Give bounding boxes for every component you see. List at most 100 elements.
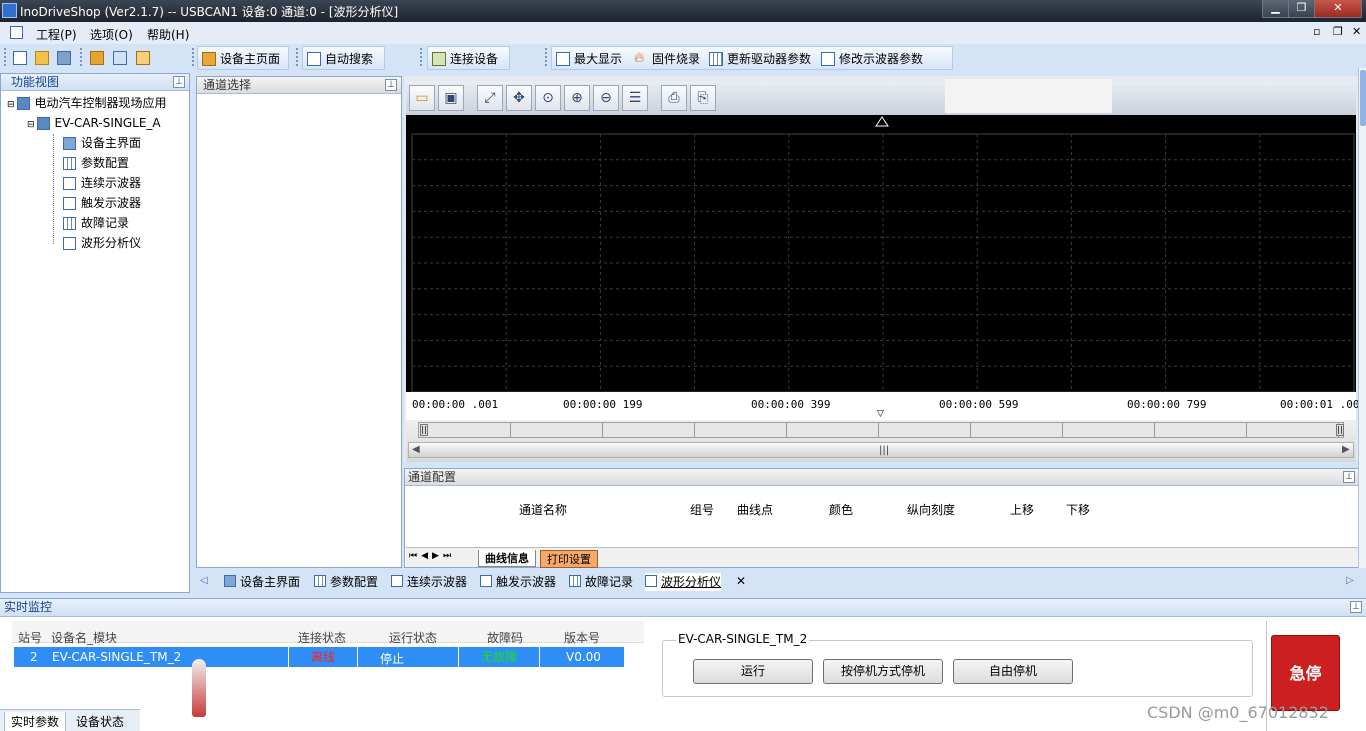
col-vertical-scale[interactable]: 纵向刻度 (907, 501, 955, 518)
toolbar-group-actions: 最大显示 🔥︎ 固件烧录 更新驱动器参数 修改示波器参数 (551, 46, 953, 70)
tab-device-main[interactable]: 设备主界面 (224, 573, 300, 591)
col-channel-name[interactable]: 通道名称 (519, 501, 567, 518)
mdi-restore-button[interactable]: ❐ (1333, 25, 1343, 38)
tab-waveform-analyzer[interactable]: 波形分析仪 (645, 573, 722, 591)
tree-item-device-main[interactable]: 设备主界面 (63, 135, 141, 151)
zoom-out-icon[interactable]: ⊖ (593, 85, 619, 111)
scope-toolbar: ▭ ▣ ⤢ ✥ ⊙ ⊕ ⊖ ☰ ⎙ ⎘ (406, 81, 1356, 115)
connect-device-button[interactable]: 连接设备 (430, 50, 498, 68)
tree-item-label: 故障记录 (81, 216, 130, 230)
maximize-button[interactable]: ❐ (1288, 0, 1315, 18)
emergency-stop-button[interactable]: 急停 (1271, 635, 1340, 711)
col-fault-code[interactable]: 故障码 (487, 629, 523, 646)
fit-icon[interactable]: ⤢ (477, 85, 503, 111)
col-group[interactable]: 组号 (690, 501, 714, 518)
vertical-scrollbar[interactable] (1358, 68, 1366, 568)
run-button[interactable]: 运行 (693, 659, 813, 684)
pan-icon[interactable]: ✥ (506, 85, 532, 111)
sheet-nav-icon[interactable]: ⏮◀▶⏭ (409, 551, 455, 561)
device-home-button[interactable]: 设备主页面 (200, 50, 280, 68)
table-row[interactable]: 2 EV-CAR-SINGLE_TM_2 离线 停止 无故障 V0.00 (14, 647, 624, 667)
col-station[interactable]: 站号 (18, 629, 42, 646)
maximize-display-button[interactable]: 最大显示 (554, 50, 622, 68)
open-folder-icon[interactable] (35, 51, 49, 65)
time-label-2: 00:00:00 399 (751, 398, 831, 411)
col-connection[interactable]: 连接状态 (298, 629, 346, 646)
tree-root[interactable]: ⊟ 电动汽车控制器现场应用 (7, 95, 167, 111)
mdi-minimize-button[interactable]: ▫ (1313, 25, 1320, 38)
free-stop-button[interactable]: 自由停机 (953, 659, 1073, 684)
app-icon (2, 3, 17, 18)
settings-icon[interactable] (136, 51, 150, 65)
tab-close-icon[interactable]: ✕ (736, 574, 746, 588)
tabs-scroll-left-icon[interactable]: ◁ (200, 575, 208, 586)
zoom-fit-icon[interactable]: ⊙ (535, 85, 561, 111)
scroll-right-icon[interactable]: ▶ (1342, 444, 1350, 455)
tree-device[interactable]: ⊟ EV-CAR-SINGLE_A (27, 115, 161, 131)
slider-left-handle[interactable]: || (420, 424, 428, 436)
save-icon[interactable]: ▣ (438, 85, 464, 111)
col-device-name[interactable]: 设备名_模块 (51, 629, 117, 646)
firmware-burn-button[interactable]: 🔥︎ 固件烧录 (632, 50, 700, 68)
col-version[interactable]: 版本号 (564, 629, 600, 646)
stop-by-mode-button[interactable]: 按停机方式停机 (823, 659, 943, 684)
new-file-icon[interactable] (13, 51, 27, 65)
zoom-in-icon[interactable]: ⊕ (564, 85, 590, 111)
menu-options[interactable]: 选项(O) (90, 26, 133, 43)
print-preview-icon[interactable]: ⎘ (690, 85, 716, 111)
monitor-icon[interactable] (113, 51, 127, 65)
tab-fault-log[interactable]: 故障记录 (569, 573, 633, 591)
col-curve-points[interactable]: 曲线点 (737, 501, 773, 518)
update-params-button[interactable]: 更新驱动器参数 (707, 50, 811, 68)
slider-right-handle[interactable]: || (1336, 424, 1344, 436)
auto-search-button[interactable]: 自动搜索 (305, 50, 373, 68)
tab-continuous-scope[interactable]: 连续示波器 (391, 573, 467, 591)
print-icon[interactable]: ⎙ (661, 85, 687, 111)
menu-help[interactable]: 帮助(H) (147, 26, 189, 43)
pin-icon[interactable]: ⊥ (385, 79, 397, 91)
cursor-marker-top[interactable] (875, 116, 889, 127)
save-icon[interactable] (57, 51, 71, 65)
tree-item-param-config[interactable]: 参数配置 (63, 155, 129, 171)
pin-icon[interactable]: ⊥ (1343, 471, 1355, 483)
edit-scope-label: 修改示波器参数 (839, 52, 924, 66)
scope-info-box (945, 79, 1112, 113)
tree-item-fault-log[interactable]: 故障记录 (63, 215, 129, 231)
minimize-button[interactable]: ▁ (1262, 0, 1289, 18)
scrollbar-thumb[interactable] (1360, 70, 1366, 126)
tab-param-config[interactable]: 参数配置 (314, 573, 378, 591)
pin-icon[interactable]: ⊥ (1350, 601, 1362, 613)
tools-icon[interactable] (90, 51, 104, 65)
tree-guide-line (53, 134, 54, 244)
tab-curve-info[interactable]: 曲线信息 (478, 550, 536, 567)
col-move-down[interactable]: 下移 (1066, 501, 1090, 518)
row-connection: 离线 (288, 647, 358, 667)
tab-print-settings[interactable]: 打印设置 (540, 550, 598, 568)
menu-bar: 工程(P) 选项(O) 帮助(H) ▫ ❐ ✕ (0, 22, 1366, 44)
mdi-close-button[interactable]: ✕ (1352, 25, 1361, 38)
tab-device-status[interactable]: 设备状态 (72, 713, 128, 730)
tab-realtime-params[interactable]: 实时参数 (4, 712, 67, 731)
tree-item-trigger-scope[interactable]: 触发示波器 (63, 195, 141, 211)
scope-plot[interactable] (406, 115, 1356, 420)
col-move-up[interactable]: 上移 (1010, 501, 1034, 518)
edit-scope-button[interactable]: 修改示波器参数 (819, 50, 923, 68)
row-device-name: EV-CAR-SINGLE_TM_2 (52, 650, 182, 664)
tree-item-continuous-scope[interactable]: 连续示波器 (63, 175, 141, 191)
close-button[interactable]: ✕ (1314, 0, 1362, 18)
list-icon[interactable]: ☰ (622, 85, 648, 111)
col-run-state[interactable]: 运行状态 (389, 629, 437, 646)
pin-icon[interactable]: ⊥ (173, 76, 185, 88)
menu-project[interactable]: 工程(P) (36, 26, 77, 43)
open-icon[interactable]: ▭ (409, 85, 435, 111)
scroll-thumb-icon[interactable]: ||| (879, 445, 889, 456)
tab-trigger-scope[interactable]: 触发示波器 (480, 573, 556, 591)
scroll-left-icon[interactable]: ◀ (412, 444, 420, 455)
col-color[interactable]: 颜色 (829, 501, 853, 518)
tree-item-waveform-analyzer[interactable]: 波形分析仪 (63, 235, 141, 251)
slider-track[interactable] (418, 422, 1344, 438)
time-label-1: 00:00:00 199 (563, 398, 643, 411)
tabs-scroll-right-icon[interactable]: ▷ (1346, 575, 1354, 586)
toolbar-grip (80, 48, 82, 66)
time-range-slider[interactable]: || || ◀ ▶ ||| (406, 420, 1356, 462)
